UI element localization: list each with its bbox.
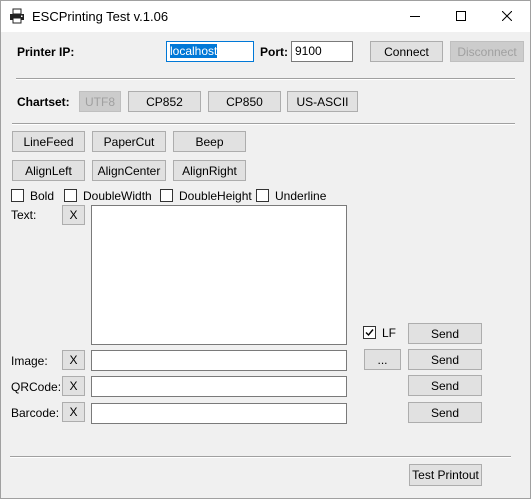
papercut-button[interactable]: PaperCut: [92, 131, 166, 152]
image-label: Image:: [11, 354, 48, 368]
underline-checkbox[interactable]: [256, 189, 269, 202]
printer-icon: [9, 8, 25, 24]
checkmark-icon: [365, 329, 374, 337]
disconnect-button[interactable]: Disconnect: [450, 41, 524, 62]
bold-label: Bold: [30, 189, 55, 203]
barcode-send-button[interactable]: Send: [408, 402, 482, 423]
title-bar: ESCPrinting Test v.1.06: [1, 1, 530, 32]
qrcode-input[interactable]: [91, 376, 347, 397]
align-right-button[interactable]: AlignRight: [173, 160, 246, 181]
barcode-label: Barcode:: [11, 406, 60, 420]
minimize-button[interactable]: [392, 1, 438, 32]
maximize-icon: [456, 10, 466, 24]
minimize-icon: [410, 10, 420, 24]
lf-label: LF: [382, 326, 397, 340]
align-left-button[interactable]: AlignLeft: [12, 160, 85, 181]
port-label: Port:: [260, 45, 288, 59]
qrcode-clear-button[interactable]: X: [62, 376, 85, 396]
doublewidth-checkbox[interactable]: [64, 189, 77, 202]
maximize-button[interactable]: [438, 1, 484, 32]
printer-ip-label: Printer IP:: [17, 45, 75, 59]
text-area[interactable]: [91, 205, 347, 345]
align-center-button[interactable]: AlignCenter: [92, 160, 166, 181]
text-label: Text:: [11, 208, 37, 222]
text-send-button[interactable]: Send: [408, 323, 482, 344]
doubleheight-checkbox[interactable]: [160, 189, 173, 202]
barcode-clear-button[interactable]: X: [62, 402, 85, 422]
barcode-input[interactable]: [91, 403, 347, 424]
image-send-button[interactable]: Send: [408, 349, 482, 370]
test-printout-button[interactable]: Test Printout: [409, 464, 482, 486]
lf-checkbox[interactable]: [363, 326, 376, 339]
printer-ip-value: localhost: [170, 44, 218, 58]
linefeed-button[interactable]: LineFeed: [12, 131, 85, 152]
port-input[interactable]: 9100: [291, 41, 353, 62]
charset-cp850-button[interactable]: CP850: [208, 91, 281, 112]
charset-label: Chartset:: [17, 95, 70, 109]
beep-button[interactable]: Beep: [173, 131, 246, 152]
separator: [12, 123, 515, 125]
close-icon: [501, 10, 513, 24]
image-clear-button[interactable]: X: [62, 350, 85, 370]
window-title: ESCPrinting Test v.1.06: [32, 9, 169, 24]
underline-label: Underline: [275, 189, 327, 203]
doubleheight-label: DoubleHeight: [179, 189, 252, 203]
app-window: ESCPrinting Test v.1.06 Printer IP: loca…: [0, 0, 531, 499]
printer-ip-input[interactable]: localhost: [166, 41, 254, 62]
image-path-input[interactable]: [91, 350, 347, 371]
bold-checkbox[interactable]: [11, 189, 24, 202]
text-clear-button[interactable]: X: [62, 205, 85, 225]
doublewidth-label: DoubleWidth: [83, 189, 152, 203]
charset-us-ascii-button[interactable]: US-ASCII: [287, 91, 358, 112]
charset-utf8-button[interactable]: UTF8: [79, 91, 121, 112]
qrcode-label: QRCode:: [11, 380, 62, 394]
separator: [10, 456, 511, 458]
qrcode-send-button[interactable]: Send: [408, 375, 482, 396]
charset-cp852-button[interactable]: CP852: [128, 91, 201, 112]
close-button[interactable]: [484, 1, 530, 32]
connect-button[interactable]: Connect: [370, 41, 443, 62]
image-browse-button[interactable]: ...: [364, 349, 401, 370]
separator: [16, 78, 515, 80]
